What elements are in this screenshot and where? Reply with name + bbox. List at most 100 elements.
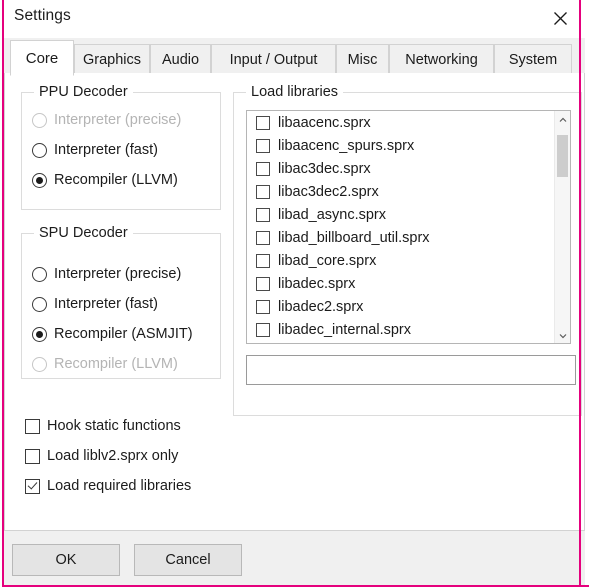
- radio-indicator: [32, 172, 47, 188]
- ok-button[interactable]: OK: [12, 544, 120, 576]
- close-button[interactable]: [543, 3, 577, 33]
- checkbox-indicator: [256, 253, 270, 268]
- spu-radio-interpreter-precise[interactable]: Interpreter (precise): [32, 264, 181, 284]
- tab-label: Networking: [405, 51, 478, 68]
- chevron-up-icon: [559, 111, 567, 128]
- checkbox-indicator: [256, 230, 270, 245]
- option-label: Load liblv2.sprx only: [47, 448, 179, 464]
- tab-bar: Core Graphics Audio Input / Output Misc …: [4, 38, 585, 76]
- spu-decoder-group: SPU Decoder Interpreter (precise) Interp…: [21, 225, 221, 379]
- window-left-accent-border: [2, 0, 4, 587]
- radio-label: Interpreter (fast): [54, 142, 158, 158]
- ppu-decoder-group: PPU Decoder Interpreter (precise) Interp…: [21, 84, 221, 210]
- checkbox-indicator: [25, 448, 40, 464]
- dialog-footer: OK Cancel: [4, 531, 585, 585]
- close-icon: [553, 11, 568, 26]
- checkbox-indicator: [256, 161, 270, 176]
- checkbox-indicator: [256, 276, 270, 291]
- library-list-item[interactable]: libad_async.sprx: [247, 203, 554, 226]
- checkbox-indicator: [256, 299, 270, 314]
- tab-networking[interactable]: Networking: [389, 44, 494, 74]
- spu-radio-recompiler-asmjit[interactable]: Recompiler (ASMJIT): [32, 324, 193, 344]
- library-name: libac3dec.sprx: [278, 160, 371, 177]
- radio-indicator: [32, 142, 47, 158]
- option-hook-static-functions[interactable]: Hook static functions: [25, 416, 181, 436]
- checkbox-indicator: [25, 418, 40, 434]
- ppu-decoder-title: PPU Decoder: [34, 84, 133, 100]
- tab-input-output[interactable]: Input / Output: [211, 44, 336, 74]
- option-label: Hook static functions: [47, 418, 181, 434]
- library-list-scrollbar[interactable]: [554, 111, 570, 343]
- checkbox-indicator: [256, 322, 270, 337]
- checkbox-indicator: [256, 207, 270, 222]
- chevron-down-icon: [559, 326, 567, 343]
- checkbox-indicator: [25, 478, 40, 494]
- tab-label: Audio: [161, 51, 200, 68]
- radio-label: Interpreter (precise): [54, 266, 182, 282]
- cancel-button[interactable]: Cancel: [134, 544, 242, 576]
- library-list-item[interactable]: libaacenc_spurs.sprx: [247, 134, 554, 157]
- library-list-item[interactable]: libac3dec2.sprx: [247, 180, 554, 203]
- core-tab-panel: PPU Decoder Interpreter (precise) Interp…: [4, 73, 585, 531]
- ppu-radio-interpreter-precise[interactable]: Interpreter (precise): [32, 110, 181, 130]
- library-list-item[interactable]: libac3dec.sprx: [247, 157, 554, 180]
- library-filter-input[interactable]: [246, 355, 576, 385]
- tab-label: Graphics: [82, 51, 142, 68]
- checkbox-indicator: [256, 138, 270, 153]
- option-load-required-libraries[interactable]: Load required libraries: [25, 476, 191, 496]
- tab-label: System: [508, 51, 558, 68]
- option-load-liblv2-only[interactable]: Load liblv2.sprx only: [25, 446, 178, 466]
- library-name: libaacenc_spurs.sprx: [278, 137, 415, 154]
- library-list-item[interactable]: libad_core.sprx: [247, 249, 554, 272]
- radio-indicator: [32, 296, 47, 312]
- tab-label: Misc: [347, 51, 378, 68]
- library-name: libad_async.sprx: [278, 206, 386, 223]
- library-name: libac3dec2.sprx: [278, 183, 379, 200]
- radio-indicator: [32, 112, 47, 128]
- library-name: libad_core.sprx: [278, 252, 377, 269]
- tab-misc[interactable]: Misc: [336, 44, 389, 74]
- scroll-up-button[interactable]: [555, 111, 570, 127]
- library-name: libaacenc.sprx: [278, 114, 371, 131]
- radio-indicator: [32, 356, 47, 372]
- load-libraries-title: Load libraries: [246, 84, 344, 100]
- library-list-item[interactable]: libadec.sprx: [247, 272, 554, 295]
- checkbox-indicator: [256, 184, 270, 199]
- spu-radio-interpreter-fast[interactable]: Interpreter (fast): [32, 294, 158, 314]
- radio-label: Recompiler (LLVM): [54, 356, 178, 372]
- radio-label: Recompiler (ASMJIT): [54, 326, 193, 342]
- library-list-item[interactable]: libadec2.sprx: [247, 295, 554, 318]
- radio-label: Interpreter (fast): [54, 296, 158, 312]
- tab-audio[interactable]: Audio: [150, 44, 211, 74]
- library-list[interactable]: libaacenc.sprx libaacenc_spurs.sprx libac3…: [246, 110, 571, 344]
- option-label: Load required libraries: [47, 478, 192, 494]
- radio-label: Interpreter (precise): [54, 112, 182, 128]
- spu-radio-recompiler-llvm[interactable]: Recompiler (LLVM): [32, 354, 178, 374]
- library-name: libad_billboard_util.sprx: [278, 229, 430, 246]
- tab-label: Core: [25, 49, 59, 67]
- tab-system[interactable]: System: [494, 44, 572, 74]
- title-bar: Settings: [4, 0, 585, 38]
- ok-button-label: OK: [55, 552, 77, 568]
- tab-core[interactable]: Core: [10, 40, 74, 76]
- tab-graphics[interactable]: Graphics: [74, 44, 150, 74]
- ppu-radio-interpreter-fast[interactable]: Interpreter (fast): [32, 140, 158, 160]
- load-libraries-group: Load libraries libaacenc.sprx libaacenc_s…: [233, 84, 582, 416]
- window-title: Settings: [14, 7, 71, 24]
- radio-label: Recompiler (LLVM): [54, 172, 178, 188]
- library-name: libadec.sprx: [278, 275, 356, 292]
- ppu-radio-recompiler-llvm[interactable]: Recompiler (LLVM): [32, 170, 178, 190]
- radio-indicator: [32, 266, 47, 282]
- library-list-item[interactable]: libad_billboard_util.sprx: [247, 226, 554, 249]
- tab-label: Input / Output: [229, 51, 318, 68]
- scroll-thumb[interactable]: [557, 135, 568, 177]
- library-name: libadec2.sprx: [278, 298, 364, 315]
- scroll-down-button[interactable]: [555, 327, 570, 343]
- settings-dialog: Settings Core Graphics Audio Input / Out…: [0, 0, 589, 587]
- cancel-button-label: Cancel: [165, 552, 211, 568]
- checkbox-indicator: [256, 115, 270, 130]
- library-list-item[interactable]: libadec_internal.sprx: [247, 318, 554, 341]
- library-list-items: libaacenc.sprx libaacenc_spurs.sprx libac3…: [247, 111, 554, 343]
- window-right-accent-border: [579, 0, 581, 587]
- library-list-item[interactable]: libaacenc.sprx: [247, 111, 554, 134]
